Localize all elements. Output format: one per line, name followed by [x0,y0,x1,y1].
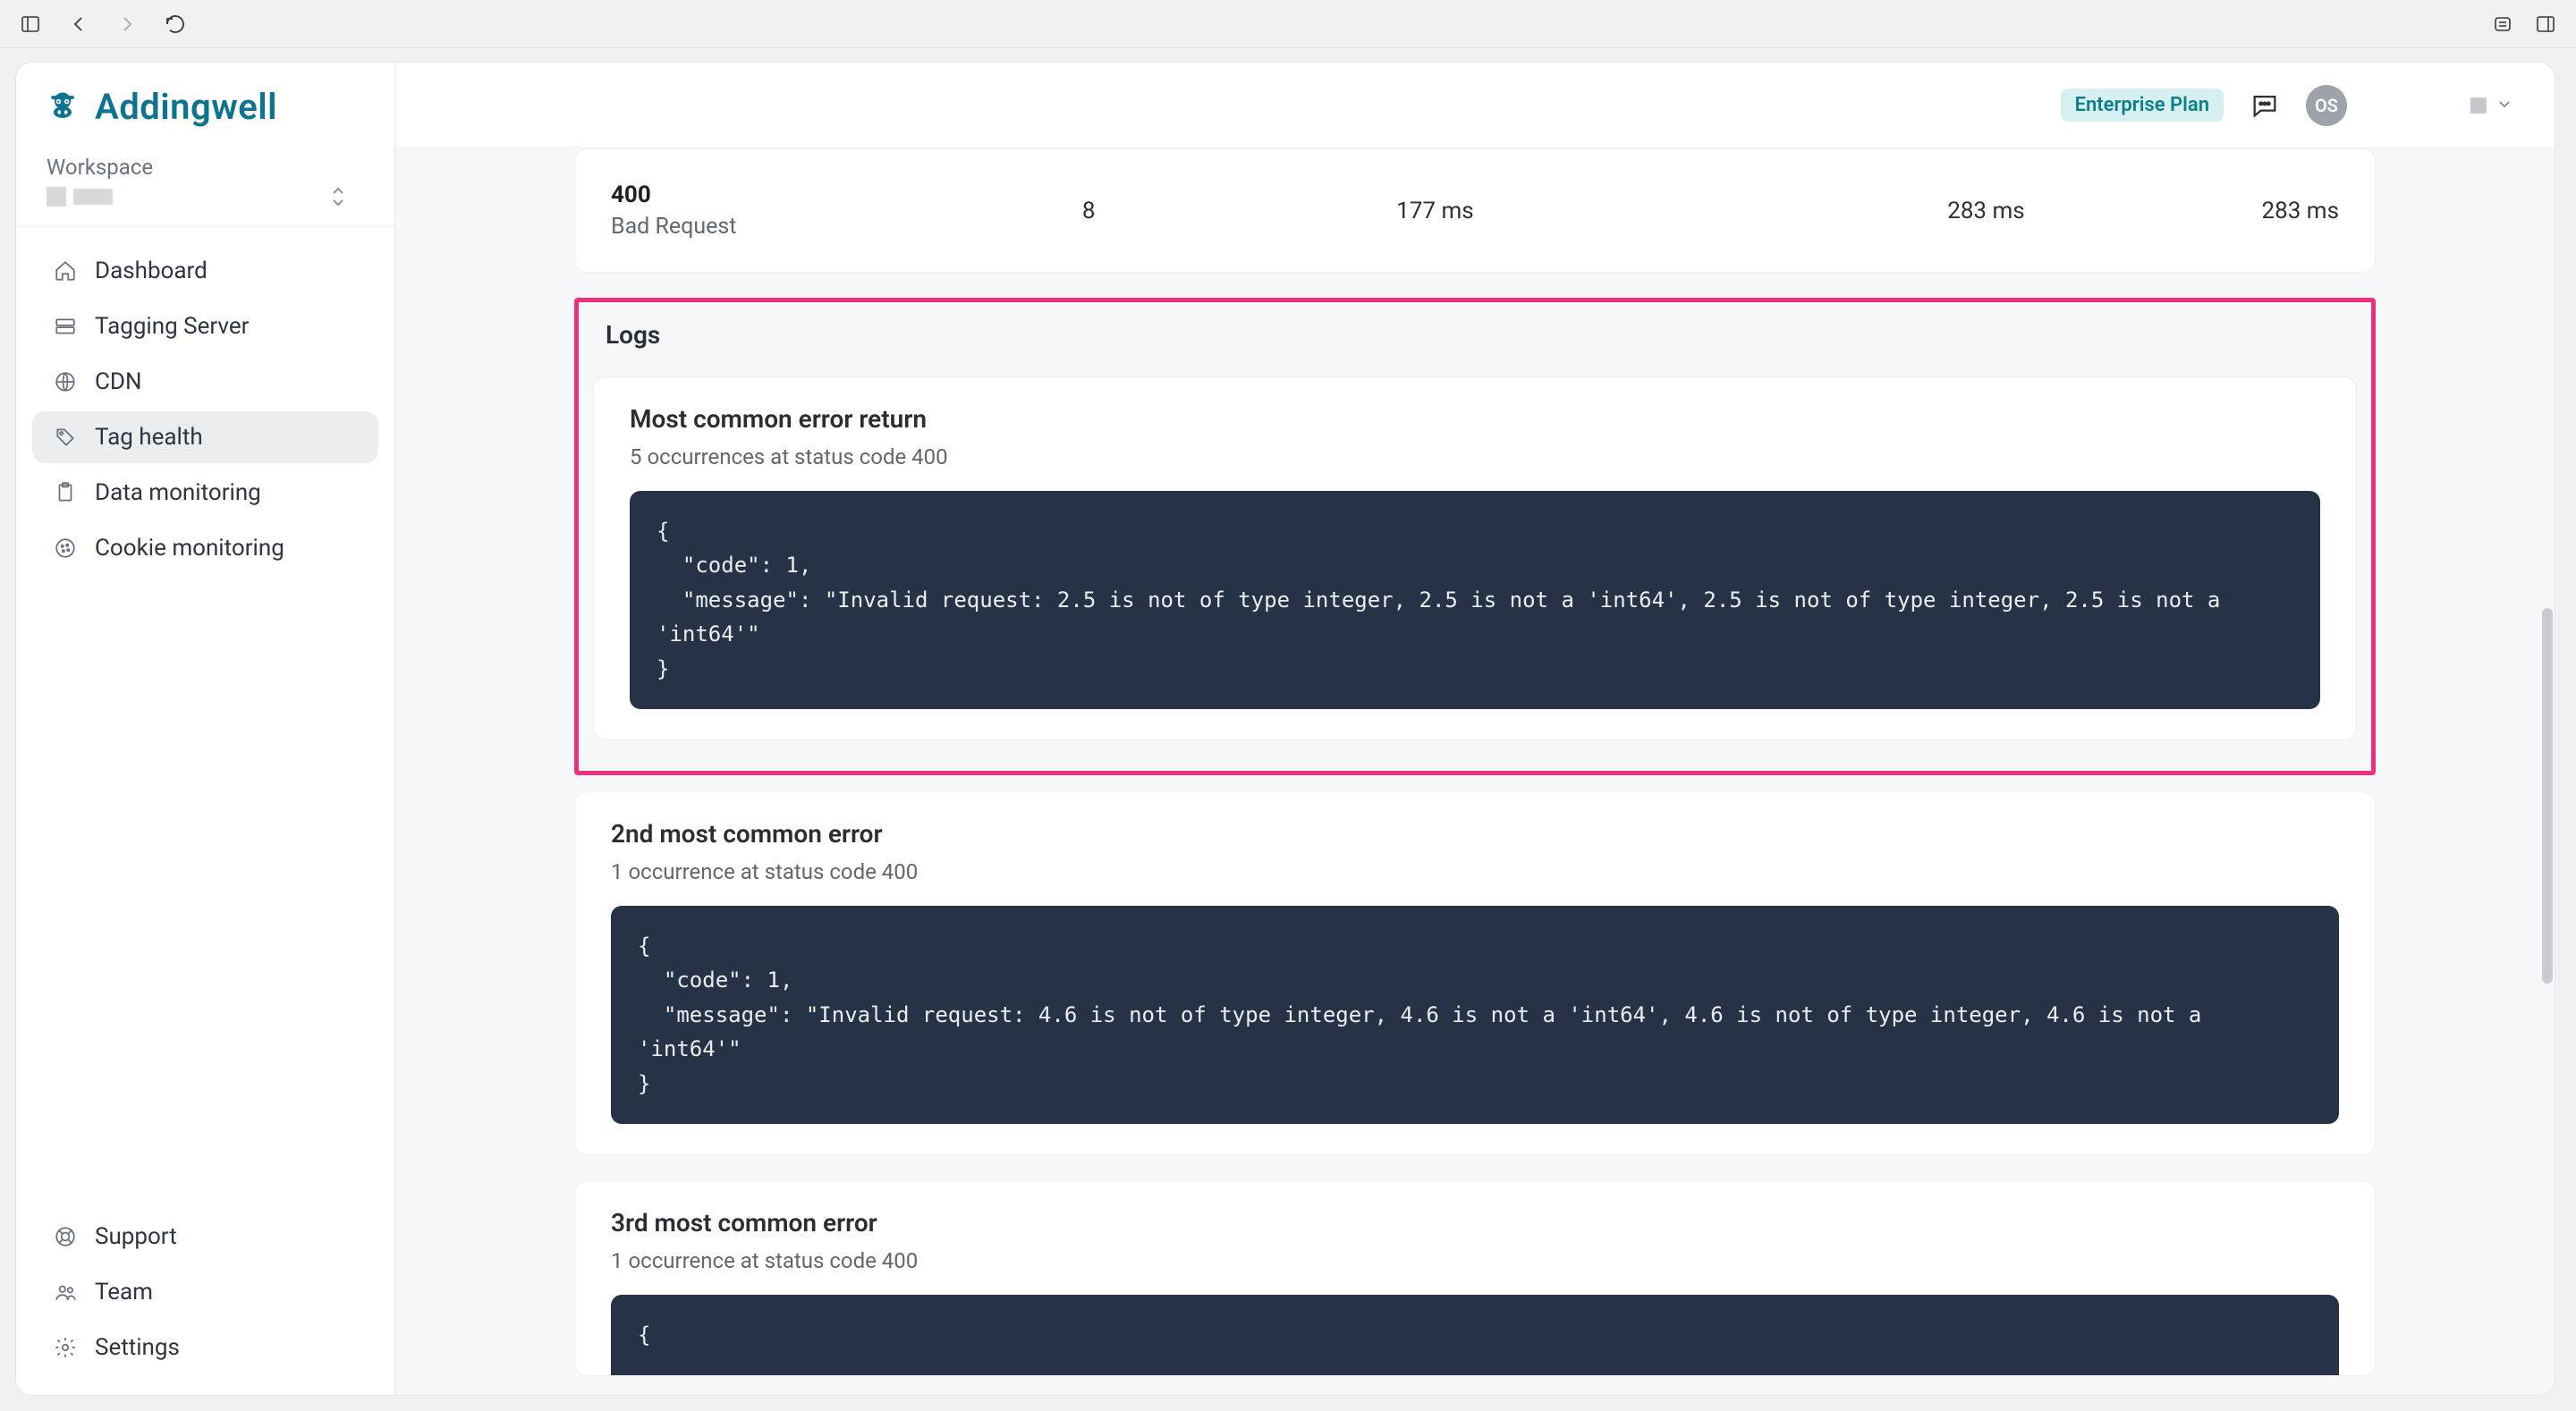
sidebar-item-label: Cookie monitoring [95,535,284,562]
brand-name: Addingwell [95,86,277,128]
sidebar-item-data-monitoring[interactable]: Data monitoring [32,467,378,519]
chat-icon[interactable] [2249,89,2281,122]
browser-toolbar [0,0,2576,48]
sidebar-item-label: CDN [95,368,142,395]
error-card-2: 2nd most common error 1 occurrence at st… [574,791,2376,1155]
status-text: Bad Request [611,214,1082,240]
team-icon [52,1279,79,1305]
scrollbar[interactable] [2542,608,2553,984]
error-title: Most common error return [630,404,2320,434]
home-icon [52,258,79,284]
sidebar-item-dashboard[interactable]: Dashboard [32,245,378,297]
error-body: { "code": 1, "message": "Invalid request… [611,906,2339,1124]
sidebar-item-label: Tagging Server [95,313,249,340]
tag-icon [52,424,79,451]
workspace-mark-redacted [2470,97,2487,114]
gear-icon [52,1334,79,1361]
sidebar-bottom-nav: Support Team Settings [16,1202,394,1395]
sidebar-item-label: Support [95,1223,177,1250]
workspace-label: Workspace [47,155,364,180]
nav-list: Dashboard Tagging Server CDN [16,227,394,592]
sidebar-item-label: Settings [95,1334,180,1361]
content-scroll[interactable]: 400 Bad Request 8 177 ms 283 ms 283 ms L… [395,148,2555,1395]
sidebar-item-support[interactable]: Support [32,1211,378,1263]
sidebar: Addingwell Workspace Dashboard [16,63,395,1395]
error-title: 3rd most common error [611,1208,2339,1238]
error-subtitle: 1 occurrence at status code 400 [611,1248,2339,1273]
globe-icon [52,368,79,395]
status-row: 400 Bad Request 8 177 ms 283 ms 283 ms [575,149,2375,272]
status-p50: 177 ms [1396,198,1710,224]
error-subtitle: 1 occurrence at status code 400 [611,859,2339,884]
avatar[interactable]: OS [2306,85,2347,126]
sidebar-item-label: Data monitoring [95,479,261,506]
status-count: 8 [1082,198,1396,224]
sidebar-item-label: Team [95,1279,153,1305]
topbar: Enterprise Plan OS [395,63,2555,148]
plan-badge: Enterprise Plan [2061,89,2224,122]
reload-icon[interactable] [165,13,186,35]
error-body: { [611,1295,2339,1375]
sidebar-item-tagging-server[interactable]: Tagging Server [32,300,378,352]
panel-right-icon[interactable] [2535,13,2556,35]
forward-icon[interactable] [116,13,138,35]
sidebar-item-settings[interactable]: Settings [32,1322,378,1373]
error-card-1: Most common error return 5 occurrences a… [593,376,2357,740]
error-card-3: 3rd most common error 1 occurrence at st… [574,1180,2376,1376]
clipboard-icon [52,479,79,506]
workspace-name-redacted [73,189,113,205]
server-icon [52,313,79,340]
status-p90: 283 ms [1710,198,2024,224]
sidebar-item-cdn[interactable]: CDN [32,356,378,408]
share-icon[interactable] [2492,13,2513,35]
brand-logo[interactable]: Addingwell [16,63,394,144]
sidebar-item-label: Tag health [95,424,203,451]
workspace-selector[interactable]: Workspace [16,144,394,227]
chevron-updown-icon [328,183,348,214]
sidebar-item-team[interactable]: Team [32,1266,378,1318]
back-icon[interactable] [68,13,89,35]
main: Enterprise Plan OS 400 [395,63,2555,1395]
error-body: { "code": 1, "message": "Invalid request… [630,491,2320,709]
sidebar-item-label: Dashboard [95,258,208,284]
status-p99: 283 ms [2025,198,2339,224]
status-code: 400 [611,182,1082,208]
lifebuoy-icon [52,1223,79,1250]
workspace-switcher[interactable] [2470,95,2513,116]
status-summary-card: 400 Bad Request 8 177 ms 283 ms 283 ms [574,148,2376,273]
sidebar-item-cookie-monitoring[interactable]: Cookie monitoring [32,522,378,574]
error-title: 2nd most common error [611,819,2339,849]
workspace-icon-redacted [47,187,66,207]
error-subtitle: 5 occurrences at status code 400 [630,444,2320,469]
cookie-icon [52,535,79,562]
chevron-down-icon [2496,95,2513,116]
sidebar-item-tag-health[interactable]: Tag health [32,411,378,463]
sidebar-toggle-icon[interactable] [20,13,41,35]
logs-heading: Logs [579,302,2371,366]
logs-highlight: Logs Most common error return 5 occurren… [574,298,2376,775]
brand-mark-icon [43,88,82,127]
